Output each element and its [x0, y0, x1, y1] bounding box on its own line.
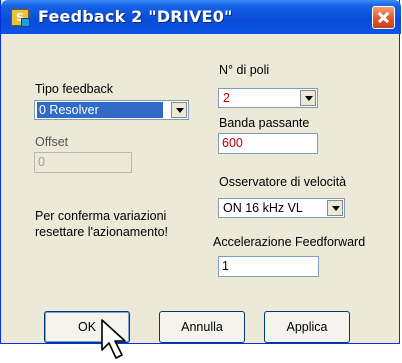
- chevron-down-icon[interactable]: [327, 200, 343, 216]
- banda-field[interactable]: 600: [218, 133, 318, 154]
- annulla-button[interactable]: Annulla: [159, 311, 245, 343]
- note-line-1: Per conferma variazioni: [35, 209, 167, 223]
- tipo-feedback-select[interactable]: 0 Resolver: [34, 100, 189, 120]
- tipo-feedback-label: Tipo feedback: [35, 82, 114, 96]
- osservatore-value: ON 16 kHz VL: [223, 201, 303, 215]
- accelerazione-field[interactable]: 1: [218, 256, 319, 277]
- osservatore-label: Osservatore di velocità: [219, 175, 347, 189]
- poli-value: 2: [223, 91, 230, 105]
- accelerazione-label: Accelerazione Feedforward: [213, 235, 366, 249]
- tipo-feedback-value: 0 Resolver: [37, 102, 163, 118]
- note-line-2: resettare l'azionamento!: [35, 225, 169, 239]
- title-bar[interactable]: S Feedback 2 "DRIVE0": [1, 0, 401, 34]
- app-icon: S: [11, 9, 30, 27]
- close-icon[interactable]: [372, 6, 395, 29]
- osservatore-select[interactable]: ON 16 kHz VL: [218, 198, 345, 218]
- banda-label: Banda passante: [219, 116, 310, 130]
- offset-label: Offset: [35, 135, 69, 149]
- window-title: Feedback 2 "DRIVE0": [38, 7, 233, 26]
- chevron-down-icon[interactable]: [300, 90, 316, 106]
- poli-select[interactable]: 2: [218, 88, 318, 108]
- feedback-dialog: S Feedback 2 "DRIVE0" Tipo feedback 0 Re…: [0, 0, 401, 344]
- chevron-down-icon[interactable]: [171, 102, 187, 118]
- mouse-pointer-icon: [101, 319, 126, 359]
- poli-label: N° di poli: [219, 63, 270, 77]
- offset-field: 0: [34, 152, 132, 173]
- applica-button[interactable]: Applica: [264, 311, 350, 343]
